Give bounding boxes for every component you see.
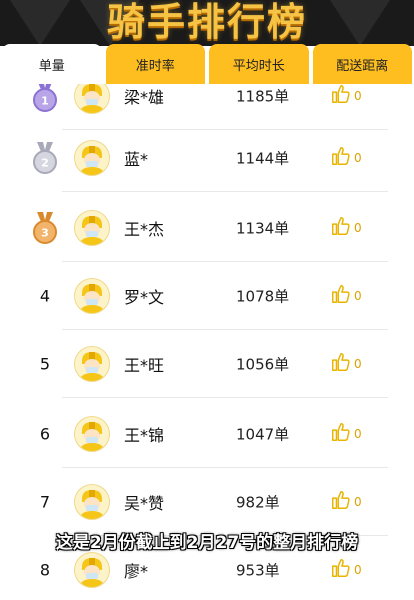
ranking-row: 5 王*旺 1056单 0 bbox=[0, 330, 414, 398]
silver-medal-icon: 2 bbox=[32, 142, 58, 174]
like-count: 0 bbox=[354, 89, 362, 103]
rider-avatar bbox=[74, 84, 110, 114]
rider-name: 梁*雄 bbox=[124, 88, 165, 107]
rider-avatar bbox=[74, 416, 110, 452]
ranking-list: 1 梁*雄 1185单 0 2 蓝* 1144单 0 3 王*杰 1134单 0 4 罗*文 1078单 0 5… bbox=[0, 84, 414, 600]
like-button[interactable]: 0 bbox=[330, 421, 362, 447]
order-count: 1078单 bbox=[236, 287, 290, 306]
medal-rank: 2 bbox=[41, 157, 49, 170]
medal-rank: 1 bbox=[41, 95, 49, 108]
ranking-row: 4 罗*文 1078单 0 bbox=[0, 262, 414, 330]
like-button[interactable]: 0 bbox=[330, 557, 362, 583]
header-banner: 骑手排行榜 bbox=[0, 0, 414, 46]
rider-avatar bbox=[74, 484, 110, 520]
like-button[interactable]: 0 bbox=[330, 489, 362, 515]
order-count: 1185单 bbox=[236, 87, 290, 106]
ranking-row: 3 王*杰 1134单 0 bbox=[0, 194, 414, 262]
rider-name: 罗*文 bbox=[124, 288, 165, 307]
rank-number: 5 bbox=[39, 354, 51, 374]
rank-number: 8 bbox=[39, 560, 51, 580]
like-button[interactable]: 0 bbox=[330, 283, 362, 309]
like-count: 0 bbox=[354, 495, 362, 509]
thumbs-up-icon bbox=[330, 215, 352, 241]
thumbs-up-icon bbox=[330, 421, 352, 447]
like-count: 0 bbox=[354, 221, 362, 235]
thumbs-up-icon bbox=[330, 557, 352, 583]
order-count: 1047单 bbox=[236, 425, 290, 444]
ranking-row: 2 蓝* 1144单 0 bbox=[0, 124, 414, 192]
rank-number: 7 bbox=[39, 492, 51, 512]
row-divider bbox=[62, 397, 388, 398]
medal-rank: 3 bbox=[41, 227, 49, 240]
rider-name: 吴*赞 bbox=[124, 494, 165, 513]
rider-name: 王*旺 bbox=[124, 356, 165, 375]
gold-medal-icon: 1 bbox=[32, 84, 58, 112]
rider-avatar bbox=[74, 278, 110, 314]
like-button[interactable]: 0 bbox=[330, 145, 362, 171]
order-count: 1134单 bbox=[236, 219, 290, 238]
order-count: 982单 bbox=[236, 493, 280, 512]
rider-avatar bbox=[74, 346, 110, 382]
tab-bar: 单量 准时率 平均时长 配送距离 bbox=[0, 44, 414, 84]
tab-delivery-distance[interactable]: 配送距离 bbox=[312, 44, 412, 84]
like-button[interactable]: 0 bbox=[330, 84, 362, 109]
order-count: 1056单 bbox=[236, 355, 290, 374]
rider-avatar bbox=[74, 210, 110, 246]
like-count: 0 bbox=[354, 289, 362, 303]
rider-name: 蓝* bbox=[124, 150, 149, 169]
like-count: 0 bbox=[354, 427, 362, 441]
video-caption: 这是2月份截止到2月27号的整月排行榜 bbox=[55, 533, 359, 553]
rider-name: 廖* bbox=[124, 562, 149, 581]
bronze-medal-icon: 3 bbox=[32, 212, 58, 244]
tab-average-duration[interactable]: 平均时长 bbox=[209, 44, 309, 84]
like-count: 0 bbox=[354, 151, 362, 165]
order-count: 953单 bbox=[236, 561, 280, 580]
thumbs-up-icon bbox=[330, 489, 352, 515]
like-count: 0 bbox=[354, 357, 362, 371]
thumbs-up-icon bbox=[330, 351, 352, 377]
thumbs-up-icon bbox=[330, 283, 352, 309]
thumbs-up-icon bbox=[330, 145, 352, 171]
ranking-row: 6 王*锦 1047单 0 bbox=[0, 400, 414, 468]
order-count: 1144单 bbox=[236, 149, 290, 168]
thumbs-up-icon bbox=[330, 84, 352, 109]
row-divider bbox=[62, 191, 388, 192]
rider-name: 王*杰 bbox=[124, 220, 165, 239]
rider-name: 王*锦 bbox=[124, 426, 165, 445]
rider-avatar bbox=[74, 552, 110, 588]
tab-orders[interactable]: 单量 bbox=[2, 44, 102, 84]
tab-on-time-rate[interactable]: 准时率 bbox=[105, 44, 205, 84]
rank-number: 6 bbox=[39, 424, 51, 444]
page-title: 骑手排行榜 bbox=[106, 0, 307, 44]
like-button[interactable]: 0 bbox=[330, 215, 362, 241]
like-button[interactable]: 0 bbox=[330, 351, 362, 377]
like-count: 0 bbox=[354, 563, 362, 577]
rider-avatar bbox=[74, 140, 110, 176]
ranking-row: 7 吴*赞 982单 0 bbox=[0, 468, 414, 536]
rank-number: 4 bbox=[39, 286, 51, 306]
